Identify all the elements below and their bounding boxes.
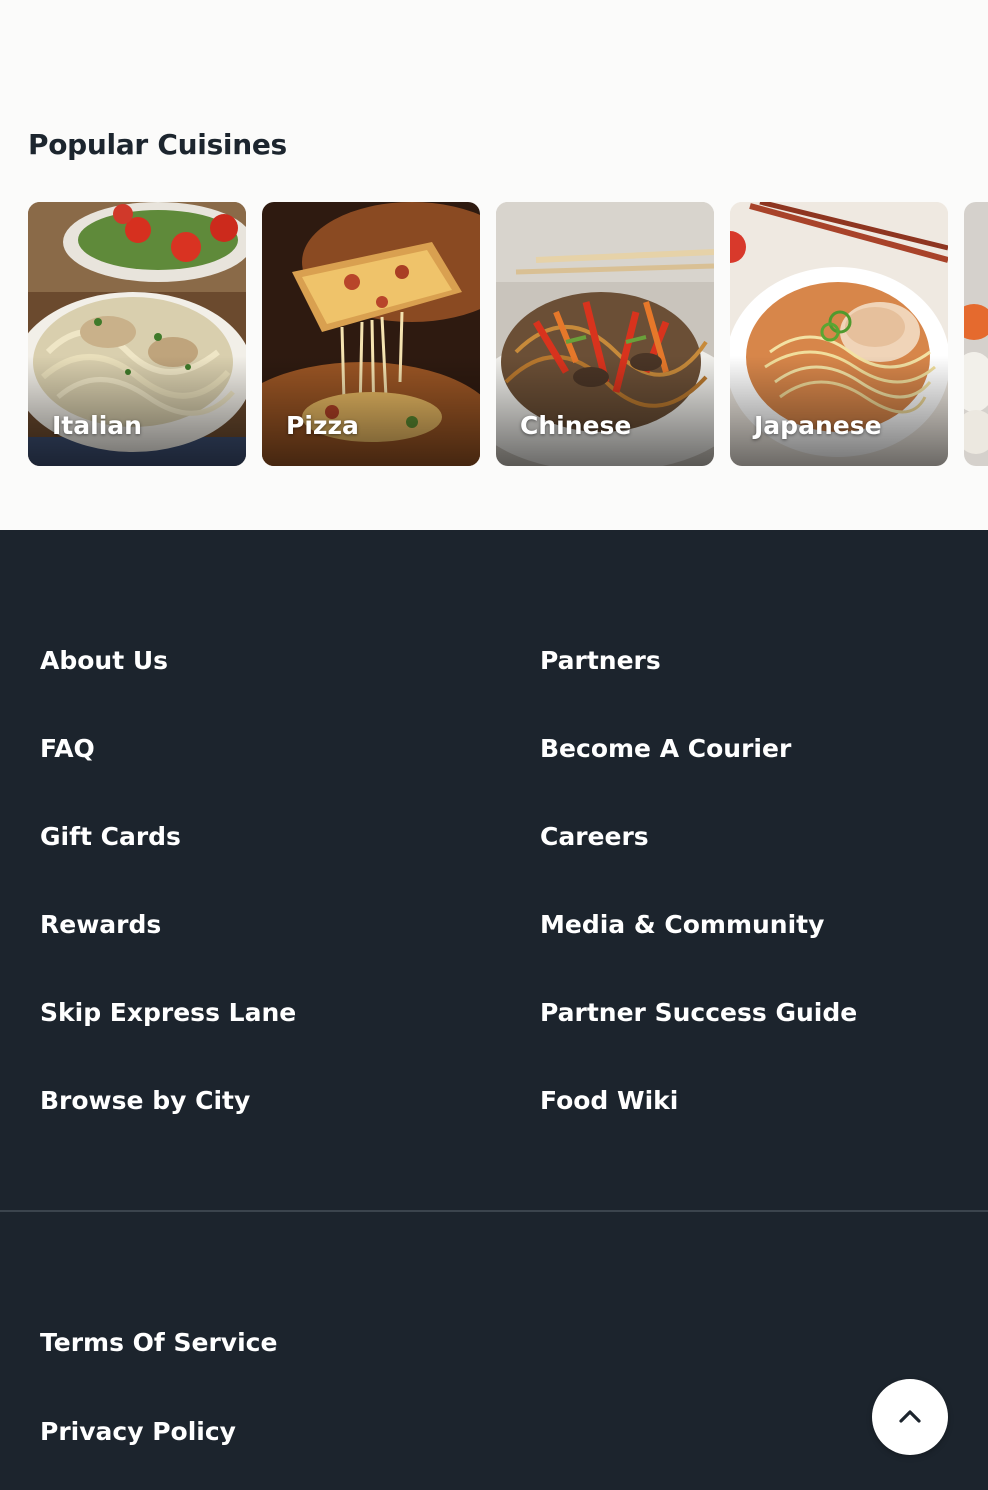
cuisine-label: Chinese [520, 411, 632, 440]
cuisine-card-japanese[interactable]: Japanese [730, 202, 948, 466]
footer-link-become-a-courier[interactable]: Become A Courier [540, 734, 791, 763]
cuisine-label: Japanese [754, 411, 882, 440]
cuisine-card-sushi[interactable] [964, 202, 988, 466]
footer-link-about-us[interactable]: About Us [40, 646, 168, 675]
cuisine-card-italian[interactable]: Italian [28, 202, 246, 466]
sushi-image [964, 202, 988, 466]
footer-divider [0, 1210, 988, 1212]
cuisine-label: Pizza [286, 411, 359, 440]
footer-link-gift-cards[interactable]: Gift Cards [40, 822, 181, 851]
footer-link-faq[interactable]: FAQ [40, 734, 95, 763]
footer-link-terms-of-service[interactable]: Terms Of Service [40, 1328, 277, 1357]
cuisine-card-chinese[interactable]: Chinese [496, 202, 714, 466]
footer-link-rewards[interactable]: Rewards [40, 910, 161, 939]
section-title: Popular Cuisines [28, 128, 287, 161]
chevron-up-icon [899, 1410, 921, 1423]
footer-link-food-wiki[interactable]: Food Wiki [540, 1086, 678, 1115]
back-to-top-button[interactable] [872, 1379, 948, 1455]
footer-link-careers[interactable]: Careers [540, 822, 649, 851]
footer-link-partner-success-guide[interactable]: Partner Success Guide [540, 998, 857, 1027]
footer-link-privacy-policy[interactable]: Privacy Policy [40, 1417, 236, 1446]
footer-link-media-community[interactable]: Media & Community [540, 910, 824, 939]
footer-link-partners[interactable]: Partners [540, 646, 661, 675]
cuisine-card-pizza[interactable]: Pizza [262, 202, 480, 466]
cuisine-carousel[interactable]: Italian Pizza Chinese Japanese [28, 202, 988, 466]
cuisine-label: Italian [52, 411, 142, 440]
footer-link-skip-express-lane[interactable]: Skip Express Lane [40, 998, 296, 1027]
footer-link-browse-by-city[interactable]: Browse by City [40, 1086, 250, 1115]
site-footer: About Us FAQ Gift Cards Rewards Skip Exp… [0, 530, 988, 1490]
popular-cuisines-section: Popular Cuisines Italian Pizza Chinese J… [0, 0, 988, 530]
